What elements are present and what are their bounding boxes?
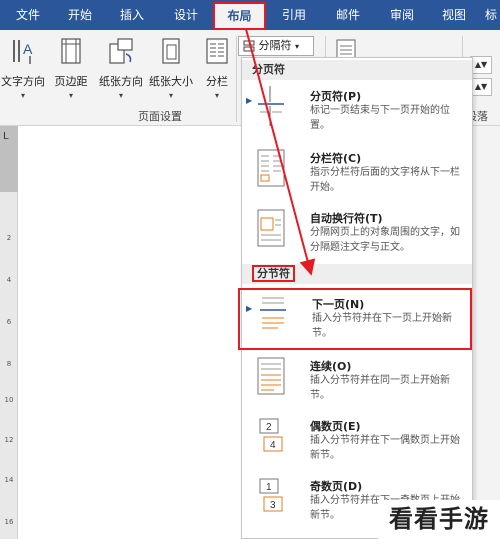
breaks-label: 分隔符 — [258, 39, 292, 52]
even-page-section-break-item[interactable]: 2 4 偶数页(E) 插入分节符并在下一偶数页上开始新节。 — [242, 412, 472, 470]
chevron-down-icon: ▾ — [20, 91, 25, 100]
text-wrapping-break-item[interactable]: 自动换行符(T) 分隔网页上的对象周围的文字，如分隔题注文字与正文。 — [242, 204, 472, 262]
watermark-logo: 看看手游网 — [378, 500, 500, 539]
margins-button[interactable]: 页边距 ▾ — [46, 36, 96, 100]
ruler-number: 6 — [6, 318, 12, 326]
even-page-break-icon: 2 4 — [259, 418, 283, 452]
paper-size-label: 纸张大小 — [149, 75, 193, 88]
columns-label: 分栏 — [206, 75, 228, 88]
ruler-number: 10 — [4, 396, 14, 404]
tab-view[interactable]: 视图 — [432, 0, 476, 30]
columns-icon — [206, 38, 228, 64]
ruler-number: 4 — [6, 276, 12, 284]
selection-marker-icon: ▶ — [246, 304, 253, 313]
tab-insert[interactable]: 插入 — [112, 0, 152, 30]
page-break-icon — [258, 86, 284, 126]
text-wrapping-break-desc: 分隔网页上的对象周围的文字，如分隔题注文字与正文。 — [310, 227, 460, 253]
document-page[interactable] — [19, 126, 239, 539]
page-break-title: 分页符(P) — [310, 90, 362, 103]
continuous-desc: 插入分节符并在同一页上开始新节。 — [310, 375, 450, 401]
svg-text:A: A — [23, 41, 33, 57]
page-setup-group-label: 页面设置 — [138, 110, 182, 123]
right-area — [473, 126, 500, 539]
ruler-number: 12 — [4, 436, 14, 444]
column-break-icon — [257, 149, 285, 187]
indent-spinner[interactable]: ▲▼ — [470, 78, 492, 96]
ruler-number: 2 — [6, 234, 12, 242]
column-break-desc: 指示分栏符后面的文字将从下一栏开始。 — [310, 167, 460, 193]
orientation-label: 纸张方向 — [99, 75, 143, 88]
selection-marker-icon: ▶ — [246, 96, 253, 105]
indent-spinner[interactable]: ▲▼ — [470, 56, 492, 74]
chevron-down-icon: ▾ — [168, 91, 173, 100]
ruler-number: 16 — [4, 518, 14, 526]
next-page-title: 下一页(N) — [312, 298, 365, 311]
continuous-section-break-item[interactable]: 连续(O) 插入分节符并在同一页上开始新节。 — [242, 352, 472, 410]
group-divider — [236, 36, 237, 122]
orientation-icon — [109, 38, 133, 64]
page-breaks-header: 分页符 — [242, 60, 472, 80]
page-break-desc: 标记一页结束与下一页开始的位置。 — [310, 105, 450, 131]
odd-page-title: 奇数页(D) — [310, 480, 363, 493]
column-break-title: 分栏符(C) — [310, 152, 362, 165]
next-page-desc: 插入分节符并在下一页上开始新节。 — [312, 313, 452, 339]
ruler-number: 14 — [4, 476, 14, 484]
breaks-dropdown-menu: 分页符 ▶ 分页符(P) 标记一页结束与下一页开始的位置。 分栏符(C) 指示分… — [238, 57, 473, 539]
orientation-button[interactable]: 纸张方向 ▾ — [96, 36, 146, 100]
text-direction-label: 文字方向 — [1, 75, 45, 88]
tab-home[interactable]: 开始 — [60, 0, 100, 30]
chevron-down-icon: ▾ — [214, 91, 219, 100]
text-wrapping-break-title: 自动换行符(T) — [310, 212, 383, 225]
tab-review[interactable]: 审阅 — [380, 0, 424, 30]
text-direction-icon: A — [13, 40, 33, 64]
column-break-item[interactable]: 分栏符(C) 指示分栏符后面的文字将从下一栏开始。 — [242, 144, 472, 202]
tab-more[interactable]: 标 — [482, 0, 500, 30]
continuous-title: 连续(O) — [310, 360, 352, 373]
even-page-desc: 插入分节符并在下一偶数页上开始新节。 — [310, 435, 460, 461]
paper-size-button[interactable]: 纸张大小 ▾ — [146, 36, 196, 100]
tab-references[interactable]: 引用 — [272, 0, 316, 30]
tab-design[interactable]: 设计 — [164, 0, 208, 30]
next-page-break-icon — [260, 297, 286, 329]
section-breaks-label: 分节符 — [252, 265, 295, 282]
margins-icon — [61, 38, 81, 64]
text-direction-button[interactable]: A 文字方向 ▾ — [0, 36, 48, 100]
odd-page-break-icon: 1 3 — [259, 478, 283, 512]
tab-layout[interactable]: 布局 — [213, 2, 266, 30]
svg-text:3: 3 — [270, 500, 276, 511]
paper-size-icon — [162, 38, 180, 64]
tab-mailings[interactable]: 邮件 — [326, 0, 370, 30]
continuous-break-icon — [257, 357, 285, 395]
tab-selector[interactable]: L — [3, 131, 9, 142]
even-page-title: 偶数页(E) — [310, 420, 361, 433]
breaks-button[interactable]: 分隔符 ▾ — [238, 36, 314, 56]
svg-text:2: 2 — [266, 422, 272, 433]
margins-label: 页边距 — [54, 75, 88, 88]
chevron-down-icon: ▾ — [118, 91, 123, 100]
tab-file[interactable]: 文件 — [8, 0, 48, 30]
chevron-down-icon: ▾ — [295, 42, 300, 51]
page-break-item[interactable]: ▶ 分页符(P) 标记一页结束与下一页开始的位置。 — [242, 82, 472, 140]
svg-text:1: 1 — [266, 482, 272, 493]
columns-button[interactable]: 分栏 ▾ — [195, 36, 239, 100]
section-breaks-header: 分节符 — [242, 264, 472, 284]
ruler-number: 8 — [6, 360, 12, 368]
ribbon-tab-bar: 文件 开始 插入 设计 布局 引用 邮件 审阅 视图 标 — [0, 0, 500, 30]
breaks-icon — [243, 40, 255, 52]
chevron-down-icon: ▾ — [68, 91, 73, 100]
next-page-section-break-item[interactable]: ▶ 下一页(N) 插入分节符并在下一页上开始新节。 — [238, 288, 472, 350]
svg-text:4: 4 — [270, 440, 276, 451]
text-wrapping-break-icon — [257, 209, 285, 247]
